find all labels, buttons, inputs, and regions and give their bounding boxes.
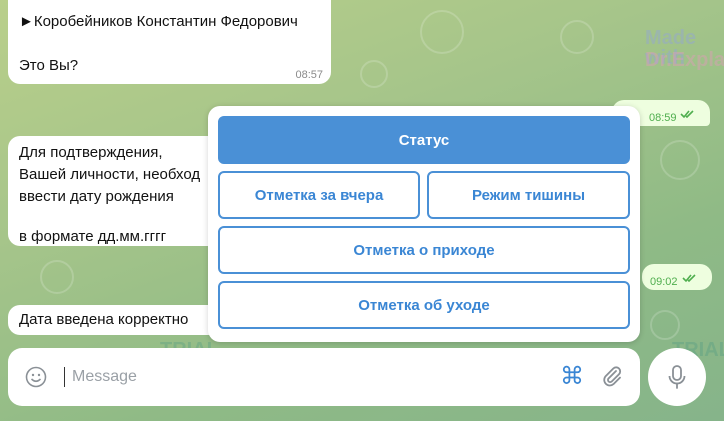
- silent-mode-button[interactable]: Режим тишины: [427, 171, 630, 219]
- message-text: Это Вы?: [19, 57, 79, 74]
- incoming-message[interactable]: Для подтверждения, Вашей личности, необх…: [8, 136, 223, 246]
- background-doodle: [40, 260, 74, 294]
- sender-line: ►Коробейников Константин Федорович: [19, 13, 298, 30]
- watermark-dr-explain: Dr.Explain: [645, 49, 724, 71]
- message-time: 08:59: [649, 112, 677, 124]
- mark-arrival-button[interactable]: Отметка о приходе: [218, 226, 630, 274]
- voice-message-button[interactable]: [648, 348, 706, 406]
- message-line: в формате дд.мм.гггг: [19, 228, 167, 245]
- message-line: Для подтверждения,: [19, 144, 163, 161]
- outgoing-message[interactable]: 09:02: [642, 264, 712, 290]
- message-time: 09:02: [650, 276, 678, 288]
- emoji-icon[interactable]: [25, 366, 47, 388]
- incoming-message[interactable]: ►Коробейников Константин Федорович Это В…: [8, 0, 331, 84]
- message-composer: ⌘: [8, 348, 640, 406]
- message-time: 08:57: [295, 69, 323, 81]
- mark-yesterday-button[interactable]: Отметка за вчера: [218, 171, 420, 219]
- background-doodle: [560, 20, 594, 54]
- double-check-icon: [682, 274, 696, 283]
- mark-departure-button[interactable]: Отметка об уходе: [218, 281, 630, 329]
- message-input[interactable]: [64, 360, 542, 394]
- background-doodle: [420, 10, 464, 54]
- microphone-icon: [668, 365, 686, 389]
- background-doodle: [360, 60, 388, 88]
- reply-keyboard: Статус Отметка за вчера Режим тишины Отм…: [208, 106, 640, 342]
- background-doodle: [650, 310, 680, 340]
- incoming-message[interactable]: Дата введена корректно: [8, 305, 223, 335]
- message-line: Вашей личности, необход: [19, 166, 201, 183]
- paperclip-icon[interactable]: [600, 364, 624, 390]
- message-line: ввести дату рождения: [19, 188, 174, 205]
- double-check-icon: [680, 110, 694, 119]
- message-text: Дата введена корректно: [19, 311, 189, 328]
- status-button[interactable]: Статус: [218, 116, 630, 164]
- command-icon[interactable]: ⌘: [557, 362, 587, 392]
- background-doodle: [660, 140, 700, 180]
